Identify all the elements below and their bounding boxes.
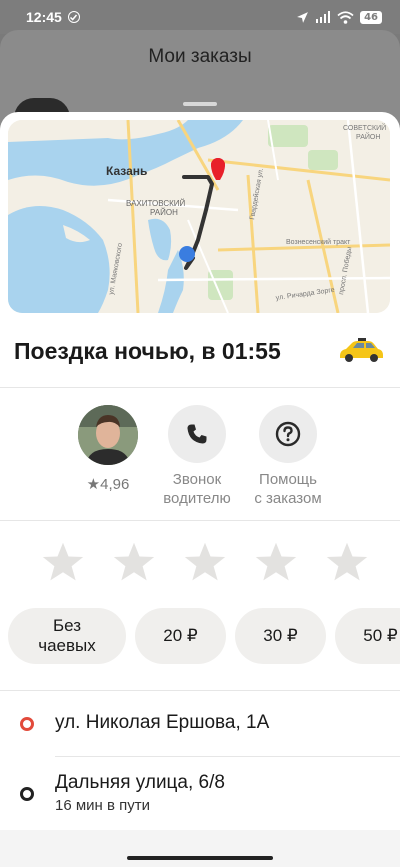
tip-50-button[interactable]: 50 ₽ [335, 608, 400, 664]
help-label-line1: Помощь [259, 471, 317, 488]
route-point-from[interactable]: ул. Николая Ершова, 1А [0, 710, 400, 742]
star-icon-5[interactable] [324, 540, 370, 584]
end-pin-icon [179, 246, 195, 262]
taxi-car-icon [340, 338, 383, 362]
divider [0, 387, 400, 388]
to-address: Дальняя улица, 6/8 [55, 772, 225, 793]
map-label-district-2: РАЙОН [150, 208, 178, 217]
origin-dot-icon [20, 717, 34, 731]
orders-title: Мои заказы [148, 46, 252, 67]
star-icon-4[interactable] [253, 540, 299, 584]
sheet-drag-handle[interactable] [183, 102, 217, 106]
tip-20-button[interactable]: 20 ₽ [135, 608, 226, 664]
phone-icon [187, 424, 207, 444]
map-label-district: ВАХИТОВСКИЙ [126, 199, 186, 208]
rating-stars [40, 540, 370, 584]
tip-none-button[interactable]: Без чаевых [8, 608, 126, 664]
location-arrow-icon [297, 11, 308, 23]
star-icon-1[interactable] [40, 540, 86, 584]
tip-none-line1: Без [52, 616, 82, 635]
route-point-to[interactable]: Дальняя улица, 6/8 16 мин в пути [0, 772, 400, 820]
system-home-indicator[interactable] [127, 856, 273, 860]
divider [55, 756, 400, 757]
order-help-label: Помощь с заказом [233, 470, 343, 508]
trip-duration: 16 мин в пути [55, 797, 151, 814]
divider [0, 690, 400, 691]
driver-avatar[interactable] [78, 405, 138, 465]
star-icon-3[interactable] [182, 540, 228, 584]
map-label-street-voznesensky: Вознесенский тракт [286, 238, 351, 246]
order-help-button[interactable] [259, 405, 317, 463]
status-icons: 46 [296, 10, 382, 24]
tip-30-button[interactable]: 30 ₽ [235, 608, 326, 664]
battery-indicator: 46 [360, 10, 382, 24]
sync-check-icon [67, 11, 80, 23]
order-details-sheet: Казань ВАХИТОВСКИЙ РАЙОН СОВЕТСКИЙ РАЙОН… [0, 112, 400, 867]
help-question-icon [275, 421, 301, 447]
from-address: ул. Николая Ершова, 1А [55, 712, 270, 733]
status-time: 12:45 [26, 9, 62, 25]
map-label-city: Казань [106, 164, 147, 178]
map-label-soviet-2: РАЙОН [356, 132, 380, 141]
help-label-line2: с заказом [254, 490, 322, 507]
route-map[interactable]: Казань ВАХИТОВСКИЙ РАЙОН СОВЕТСКИЙ РАЙОН… [8, 120, 390, 313]
star-icon-2[interactable] [111, 540, 157, 584]
destination-dot-icon [20, 787, 34, 801]
driver-rating: ★4,96 [86, 476, 130, 493]
divider [0, 520, 400, 521]
wifi-icon [337, 10, 354, 24]
tip-none-line2: чаевых [38, 636, 96, 655]
driver-actions: ★4,96 Звонок водителю Помощь с заказом [0, 404, 400, 514]
call-driver-button[interactable] [168, 405, 226, 463]
tip-options: Без чаевых 20 ₽ 30 ₽ 50 ₽ [8, 608, 400, 664]
map-label-soviet: СОВЕТСКИЙ [343, 123, 386, 132]
trip-title: Поездка ночью, в 01:55 [14, 338, 281, 364]
bottom-strip [0, 830, 400, 867]
status-bar: 12:45 46 [0, 0, 400, 34]
signal-icon [316, 11, 331, 23]
